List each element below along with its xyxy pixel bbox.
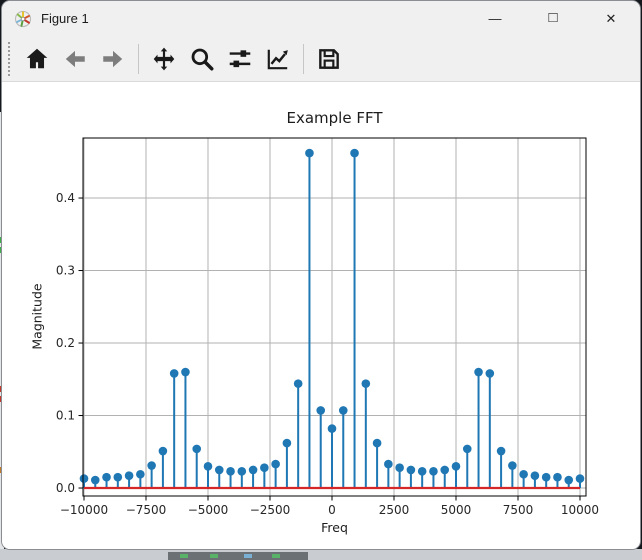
svg-text:10000: 10000 <box>561 503 599 517</box>
pan-button[interactable] <box>146 40 182 78</box>
forward-button[interactable] <box>95 40 131 78</box>
matplotlib-logo-icon <box>14 10 32 27</box>
home-icon <box>26 48 48 68</box>
figure-canvas-area: −10000 −7500 −5000 −2500 0 2500 5000 7500 10000 0… <box>2 82 640 549</box>
save-floppy-icon <box>319 48 339 69</box>
plot-canvas[interactable]: −10000 −7500 −5000 −2500 0 2500 5000 7500 10000 0… <box>2 82 640 549</box>
maximize-button[interactable]: □ <box>524 1 582 35</box>
toolbar-separator <box>303 43 304 74</box>
pan-icon <box>153 47 175 70</box>
title-bar[interactable]: Figure 1 — □ ✕ <box>2 1 640 36</box>
back-arrow-icon <box>65 50 85 67</box>
svg-text:−2500: −2500 <box>250 503 291 517</box>
svg-text:0.4: 0.4 <box>56 191 75 205</box>
svg-text:−10000: −10000 <box>60 503 108 517</box>
window-title: Figure 1 <box>41 11 89 26</box>
svg-text:0: 0 <box>328 503 336 517</box>
svg-text:−7500: −7500 <box>126 503 167 517</box>
figure-window: Figure 1 — □ ✕ −10000 −7500 −5000 −2500 … <box>2 1 640 549</box>
svg-text:0.1: 0.1 <box>56 409 75 423</box>
plot-title: Example FFT <box>286 109 383 127</box>
navigation-toolbar <box>2 36 640 82</box>
svg-text:0.2: 0.2 <box>56 336 75 350</box>
close-button[interactable]: ✕ <box>582 1 640 36</box>
svg-text:−5000: −5000 <box>188 503 229 517</box>
home-button[interactable] <box>19 40 55 78</box>
curve-edit-icon <box>267 49 288 69</box>
svg-text:0.0: 0.0 <box>56 481 75 495</box>
forward-arrow-icon <box>103 50 123 67</box>
svg-text:5000: 5000 <box>441 503 472 517</box>
y-axis-label: Magnitude <box>29 283 45 350</box>
configure-subplots-button[interactable] <box>222 40 258 78</box>
back-button[interactable] <box>57 40 93 78</box>
svg-text:0.3: 0.3 <box>56 264 75 278</box>
edit-parameters-button[interactable] <box>260 40 296 78</box>
svg-text:7500: 7500 <box>503 503 534 517</box>
x-axis-label: Freq <box>321 520 348 535</box>
zoom-button[interactable] <box>184 40 220 78</box>
toolbar-separator <box>138 43 139 74</box>
svg-text:2500: 2500 <box>379 503 410 517</box>
toolbar-drag-handle[interactable] <box>8 41 13 76</box>
save-button[interactable] <box>311 40 347 78</box>
sliders-icon <box>229 49 251 67</box>
minimize-button[interactable]: — <box>466 1 524 36</box>
magnifier-icon <box>191 48 214 70</box>
